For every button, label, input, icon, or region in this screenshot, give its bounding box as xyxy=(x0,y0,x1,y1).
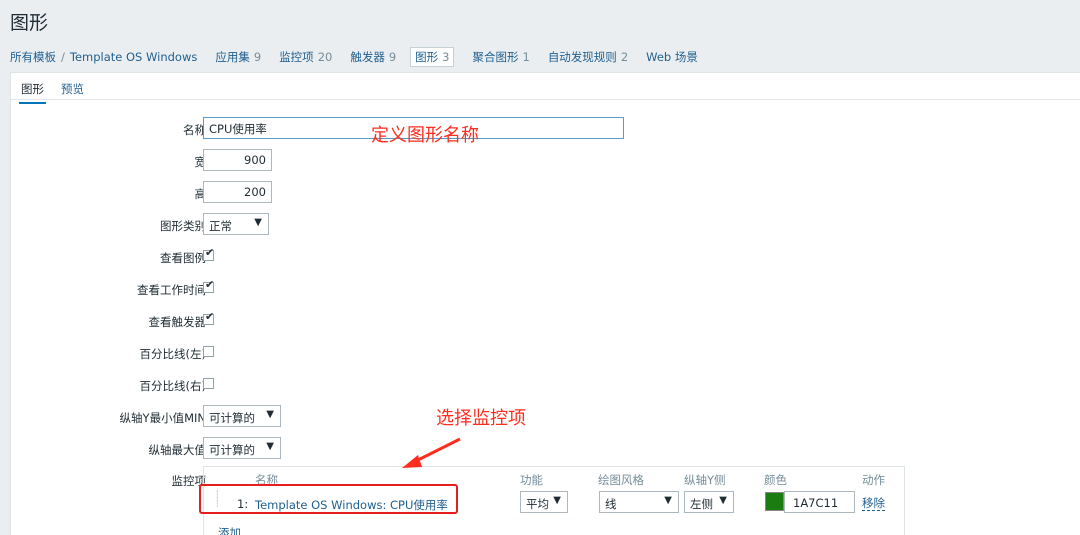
color-swatch[interactable] xyxy=(765,492,784,511)
nav-items[interactable]: 监控项 20 xyxy=(279,49,332,65)
add-item-link[interactable]: 添加 xyxy=(218,525,241,535)
y-min-select[interactable]: 可计算的 ▼ xyxy=(203,405,281,427)
chevron-down-icon: ▼ xyxy=(664,495,672,506)
tab-preview[interactable]: 预览 xyxy=(61,81,84,97)
graph-type-label: 图形类别 xyxy=(160,219,206,233)
checkmark-icon: ✔ xyxy=(205,310,215,323)
nav-screens[interactable]: 聚合图形 1 xyxy=(472,49,529,65)
chevron-down-icon: ▼ xyxy=(266,441,274,452)
draw-style-select[interactable]: 线 ▼ xyxy=(599,491,679,513)
item-row-highlight xyxy=(199,484,458,514)
y-axis-side-select[interactable]: 左侧 ▼ xyxy=(684,491,734,513)
remove-item-link[interactable]: 移除 xyxy=(862,497,885,511)
annotation-name: 定义图形名称 xyxy=(371,125,479,146)
checkmark-icon: ✔ xyxy=(205,246,215,259)
y-max-label: 纵轴最大值 xyxy=(148,443,207,457)
percentile-right-checkbox[interactable] xyxy=(203,378,214,389)
show-triggers-checkbox[interactable]: ✔ xyxy=(203,310,215,325)
nav-applications[interactable]: 应用集 9 xyxy=(215,49,261,65)
percentile-right-label: 百分比线(右) xyxy=(139,379,206,393)
annotation-arrow-icon xyxy=(402,437,461,468)
width-input[interactable]: 900 xyxy=(203,149,272,171)
function-select[interactable]: 平均 ▼ xyxy=(520,491,568,513)
nav-triggers[interactable]: 触发器 9 xyxy=(350,49,396,65)
height-input[interactable]: 200 xyxy=(203,181,272,203)
col-header-action: 动作 xyxy=(862,473,885,487)
breadcrumb-template[interactable]: Template OS Windows xyxy=(70,50,197,64)
tab-bar: 图形 预览 xyxy=(11,73,1080,104)
breadcrumb-all-templates[interactable]: 所有模板 xyxy=(10,49,56,65)
graph-type-select[interactable]: 正常 ▼ xyxy=(203,213,269,235)
show-legend-label: 查看图例 xyxy=(160,251,206,265)
y-max-select[interactable]: 可计算的 ▼ xyxy=(203,437,281,459)
show-triggers-label: 查看触发器 xyxy=(148,315,207,329)
breadcrumb-separator: / xyxy=(61,50,65,64)
chevron-down-icon: ▼ xyxy=(266,409,274,420)
percentile-left-checkbox[interactable] xyxy=(203,346,214,357)
checkmark-icon: ✔ xyxy=(205,278,215,291)
col-header-function: 功能 xyxy=(520,473,543,487)
breadcrumb-nav: 所有模板 / Template OS Windows 应用集 9 监控项 20 触发… xyxy=(10,47,698,67)
page-title: 图形 xyxy=(10,12,49,34)
nav-discovery-rules[interactable]: 自动发现规则 2 xyxy=(548,49,628,65)
nav-graphs[interactable]: 图形 3 xyxy=(410,47,455,67)
tab-graph[interactable]: 图形 xyxy=(19,81,46,104)
annotation-items: 选择监控项 xyxy=(436,408,526,429)
show-working-time-label: 查看工作时间 xyxy=(137,283,206,297)
color-input[interactable]: 1A7C11 xyxy=(784,491,855,513)
percentile-left-label: 百分比线(左) xyxy=(139,347,206,361)
col-header-color: 颜色 xyxy=(764,473,787,487)
col-header-y-axis: 纵轴Y侧 xyxy=(684,473,726,487)
col-header-draw-style: 绘图风格 xyxy=(598,473,644,487)
show-legend-checkbox[interactable]: ✔ xyxy=(203,246,215,261)
show-working-time-checkbox[interactable]: ✔ xyxy=(203,278,215,293)
chevron-down-icon: ▼ xyxy=(254,217,262,228)
y-min-label: 纵轴Y最小值MIN xyxy=(119,411,206,425)
chevron-down-icon: ▼ xyxy=(553,495,561,506)
nav-web-scenarios[interactable]: Web 场景 xyxy=(646,49,698,65)
chevron-down-icon: ▼ xyxy=(719,495,727,506)
